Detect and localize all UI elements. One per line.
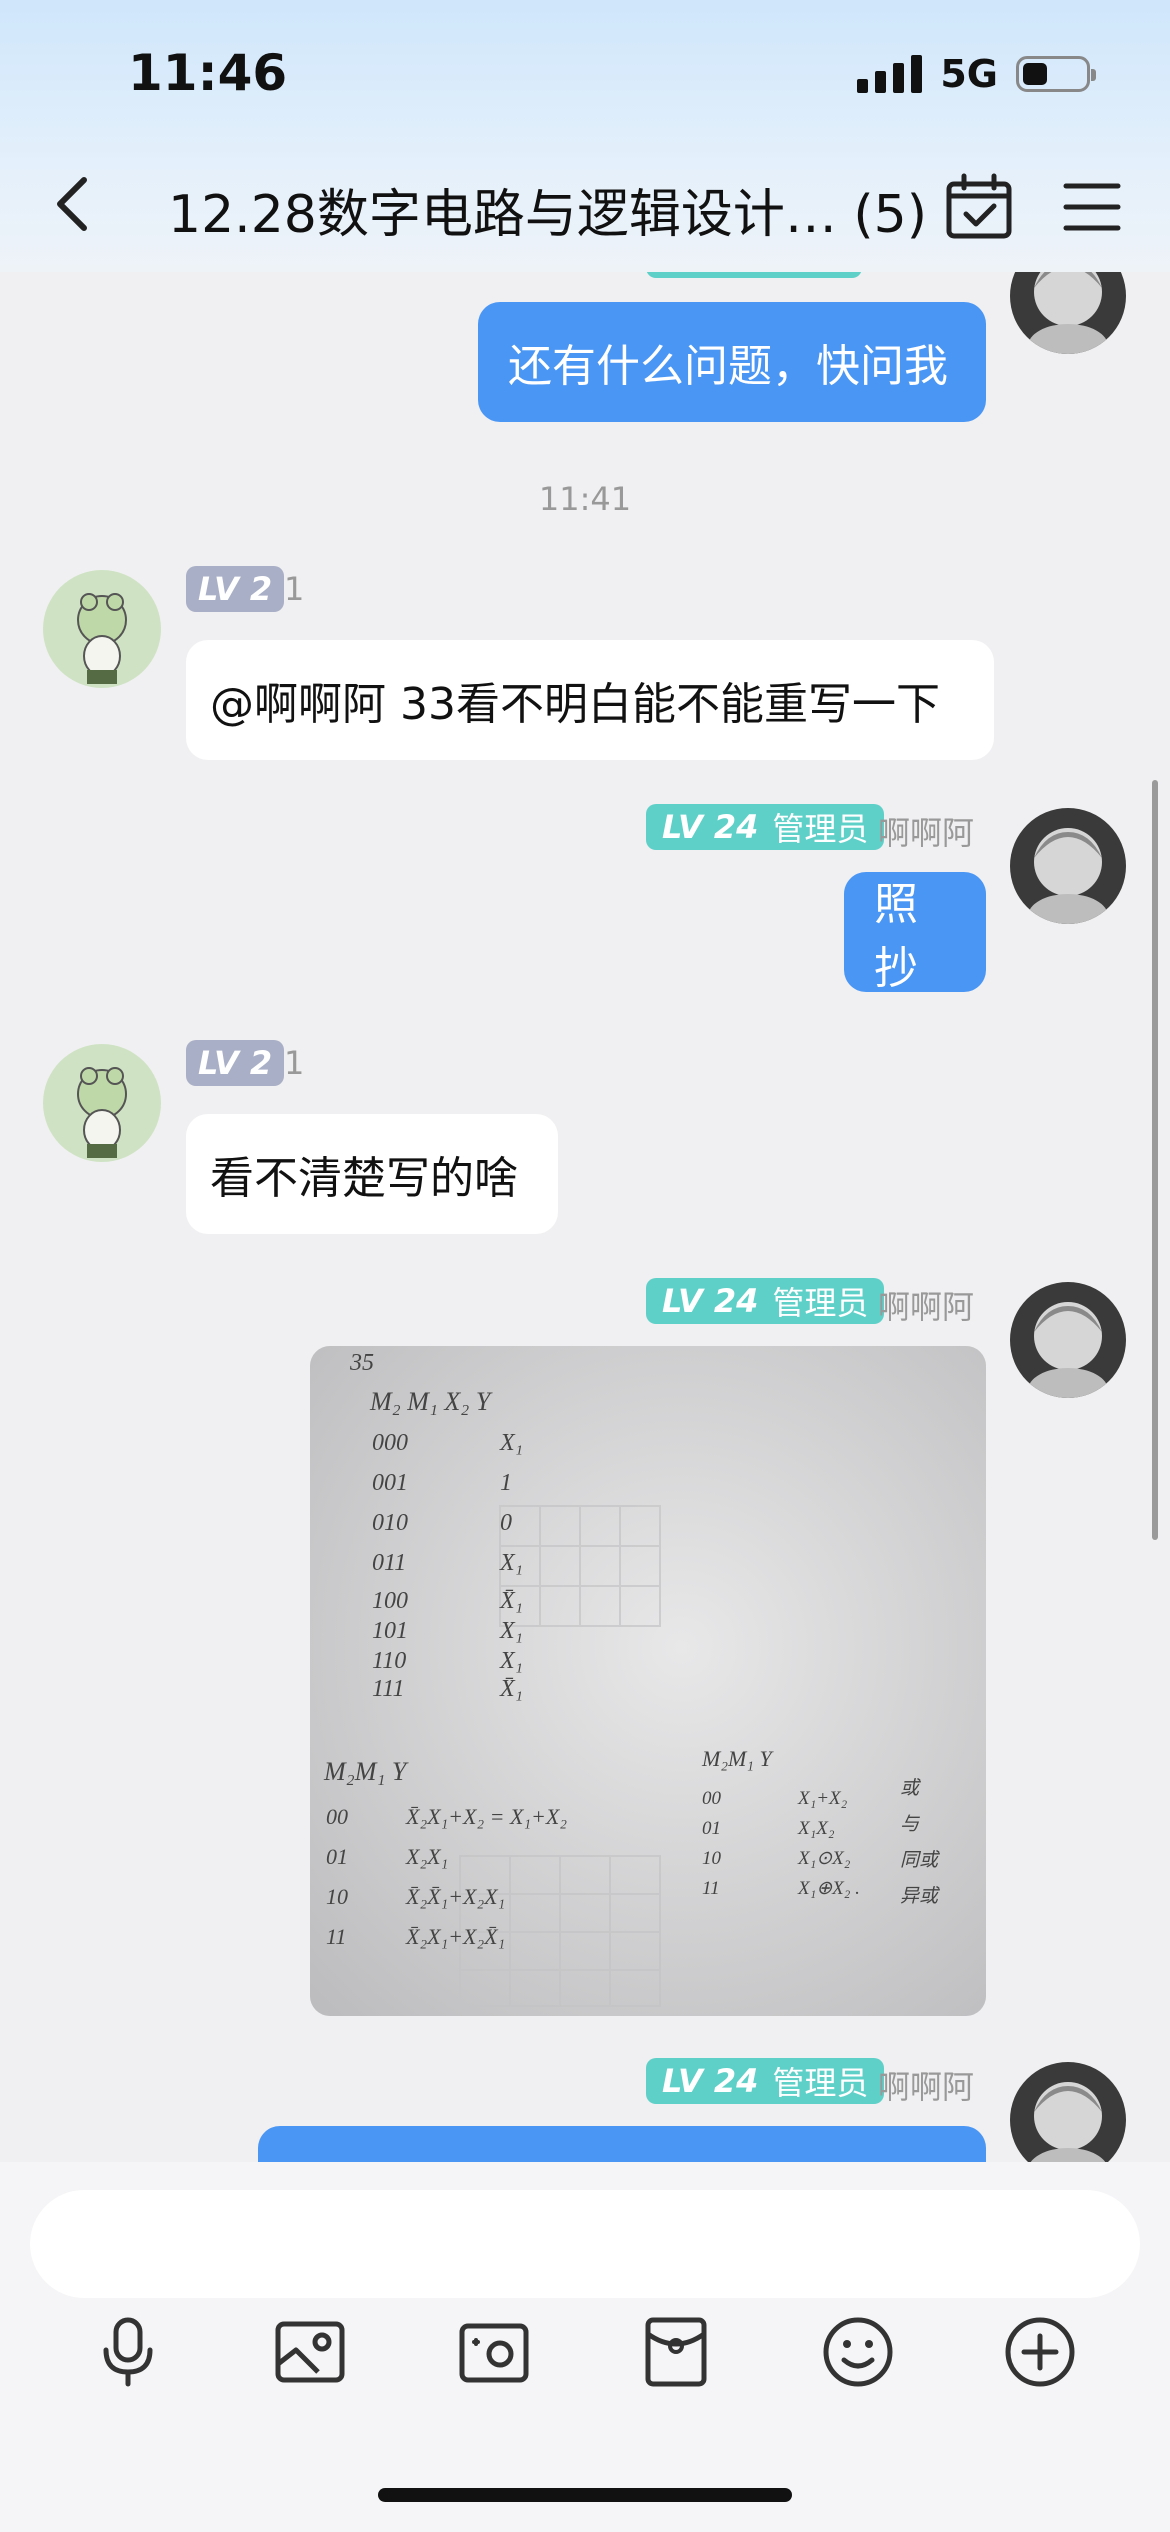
table2-input: 10 (326, 1884, 348, 1909)
message-text: 照抄 (874, 879, 918, 994)
table2-input: 11 (326, 1924, 346, 1949)
table3-input: 10 (702, 1848, 722, 1869)
status-indicators: 5G (857, 52, 1096, 96)
role-label: 管理员 (772, 2064, 869, 2102)
admin-badge (646, 272, 862, 278)
message-bubble[interactable]: 看不清楚写的啥 (186, 1114, 558, 1234)
status-time: 11:46 (128, 44, 288, 102)
avatar[interactable] (1010, 272, 1126, 354)
camera-icon[interactable] (456, 2314, 532, 2390)
table1-input: 110 (372, 1648, 406, 1674)
sender-name[interactable]: 1 (284, 570, 304, 608)
avatar[interactable] (1010, 808, 1126, 924)
table1-output: X̄₁ (499, 1588, 523, 1614)
scrollbar[interactable] (1152, 780, 1158, 1540)
level-label: LV 24 (662, 808, 759, 846)
table3-output: X₁⊕X₂ . (797, 1878, 860, 1899)
table1-input: 000 (372, 1430, 408, 1456)
role-label: 管理员 (772, 1284, 869, 1322)
group-title[interactable]: 12.28数字电路与逻辑设计… (5) (168, 172, 927, 247)
table3-name: 或 (900, 1778, 922, 1799)
message-bubble[interactable]: @啊啊阿 33看不明白能不能重写一下 (186, 640, 994, 760)
table1-output: X₁ (499, 1550, 523, 1576)
message-bubble[interactable]: 照抄 (844, 872, 986, 994)
role-label: 管理员 (772, 810, 869, 848)
table3-output: X₁X₂ (797, 1818, 835, 1839)
plus-icon[interactable] (1002, 2314, 1078, 2390)
admin-badge: LV 24 管理员 (646, 804, 885, 850)
table1-output: 0 (500, 1510, 512, 1536)
composer (0, 2162, 1170, 2532)
handwritten-notes-image[interactable]: 35 M₂ M₁ X₂ Y 000 X₁ 001 1 010 0 011 X₁ 100 X… (310, 1346, 986, 2016)
message-text: 还有什么问题，快问我 (508, 341, 948, 392)
network-label: 5G (940, 52, 998, 96)
menu-icon[interactable] (1062, 180, 1122, 234)
table1-input: 101 (372, 1618, 408, 1644)
message-text: 看不清楚写的啥 (210, 1153, 518, 1204)
table1-input: 010 (372, 1510, 408, 1536)
table3-header: M₂M₁ Y (701, 1746, 774, 1771)
microphone-icon[interactable] (90, 2314, 166, 2390)
avatar[interactable] (1010, 2062, 1126, 2162)
chat-header: 11:46 5G 12.28数字电路与逻辑设计… (5) (0, 0, 1170, 272)
message-bubble[interactable]: 还有什么问题，快问我 (478, 302, 986, 422)
sender-name[interactable]: 1 (284, 1044, 304, 1082)
table1-output: X₁ (499, 1618, 523, 1644)
table1-input: 111 (372, 1676, 404, 1702)
avatar[interactable] (43, 570, 161, 688)
table2-output: X₂X₁ (405, 1844, 448, 1869)
admin-badge: LV 24 管理员 (646, 1278, 885, 1324)
table1-input: 011 (372, 1550, 406, 1576)
table3-name: 与 (900, 1814, 920, 1835)
sender-name[interactable]: 啊啊阿 (878, 808, 974, 854)
table1-input: 001 (372, 1470, 408, 1496)
table1-output: 1 (500, 1470, 512, 1496)
table1-header: M₂ M₁ X₂ Y (369, 1387, 493, 1416)
table3-input: 11 (702, 1878, 720, 1899)
red-packet-icon[interactable] (638, 2314, 714, 2390)
calendar-check-icon[interactable] (944, 172, 1014, 242)
table3-input: 00 (702, 1788, 722, 1809)
table1-output: X̄₁ (499, 1676, 523, 1702)
message-bubble[interactable] (258, 2126, 986, 2162)
message-text: @啊啊阿 33看不明白能不能重写一下 (210, 679, 940, 730)
table2-input: 00 (326, 1804, 348, 1829)
table2-output: X̄₂X̄₁+X₂X₁ (405, 1884, 505, 1909)
admin-badge: LV 24 管理员 (646, 2058, 885, 2104)
level-badge: LV 2 (186, 566, 285, 612)
battery-icon (1016, 56, 1096, 92)
message-input[interactable] (30, 2190, 1140, 2298)
emoji-icon[interactable] (820, 2314, 896, 2390)
message-list[interactable]: 还有什么问题，快问我 11:41 LV 2 1 @啊啊阿 33看不明白能不能重写… (0, 272, 1170, 2162)
table1-input: 100 (372, 1588, 408, 1614)
avatar[interactable] (1010, 1282, 1126, 1398)
signal-icon (857, 55, 923, 93)
level-label: LV 24 (662, 1282, 759, 1320)
avatar[interactable] (43, 1044, 161, 1162)
table2-output: X̄₂X₁+X₂X̄₁ (405, 1924, 505, 1949)
sender-name[interactable]: 啊啊阿 (878, 2062, 974, 2108)
table2-input: 01 (326, 1844, 348, 1869)
image-icon[interactable] (272, 2314, 348, 2390)
back-arrow-icon[interactable] (50, 172, 94, 236)
table2-output: X̄₂X₁+X₂ = X₁+X₂ (405, 1804, 567, 1829)
timestamp: 11:41 (538, 480, 632, 518)
home-indicator[interactable] (378, 2488, 792, 2502)
level-label: LV 24 (662, 2062, 759, 2100)
table2-header: M₂M₁ Y (323, 1757, 409, 1786)
problem-number: 35 (349, 1350, 374, 1376)
table1-output: X₁ (499, 1648, 523, 1674)
table3-output: X₁+X₂ (797, 1788, 848, 1809)
level-badge: LV 2 (186, 1040, 285, 1086)
table3-name: 同或 (900, 1850, 941, 1871)
table3-output: X₁⊙X₂ (797, 1848, 851, 1869)
table1-output: X₁ (499, 1430, 523, 1456)
table3-name: 异或 (900, 1886, 941, 1907)
sender-name[interactable]: 啊啊阿 (878, 1282, 974, 1328)
table3-input: 01 (702, 1818, 721, 1839)
